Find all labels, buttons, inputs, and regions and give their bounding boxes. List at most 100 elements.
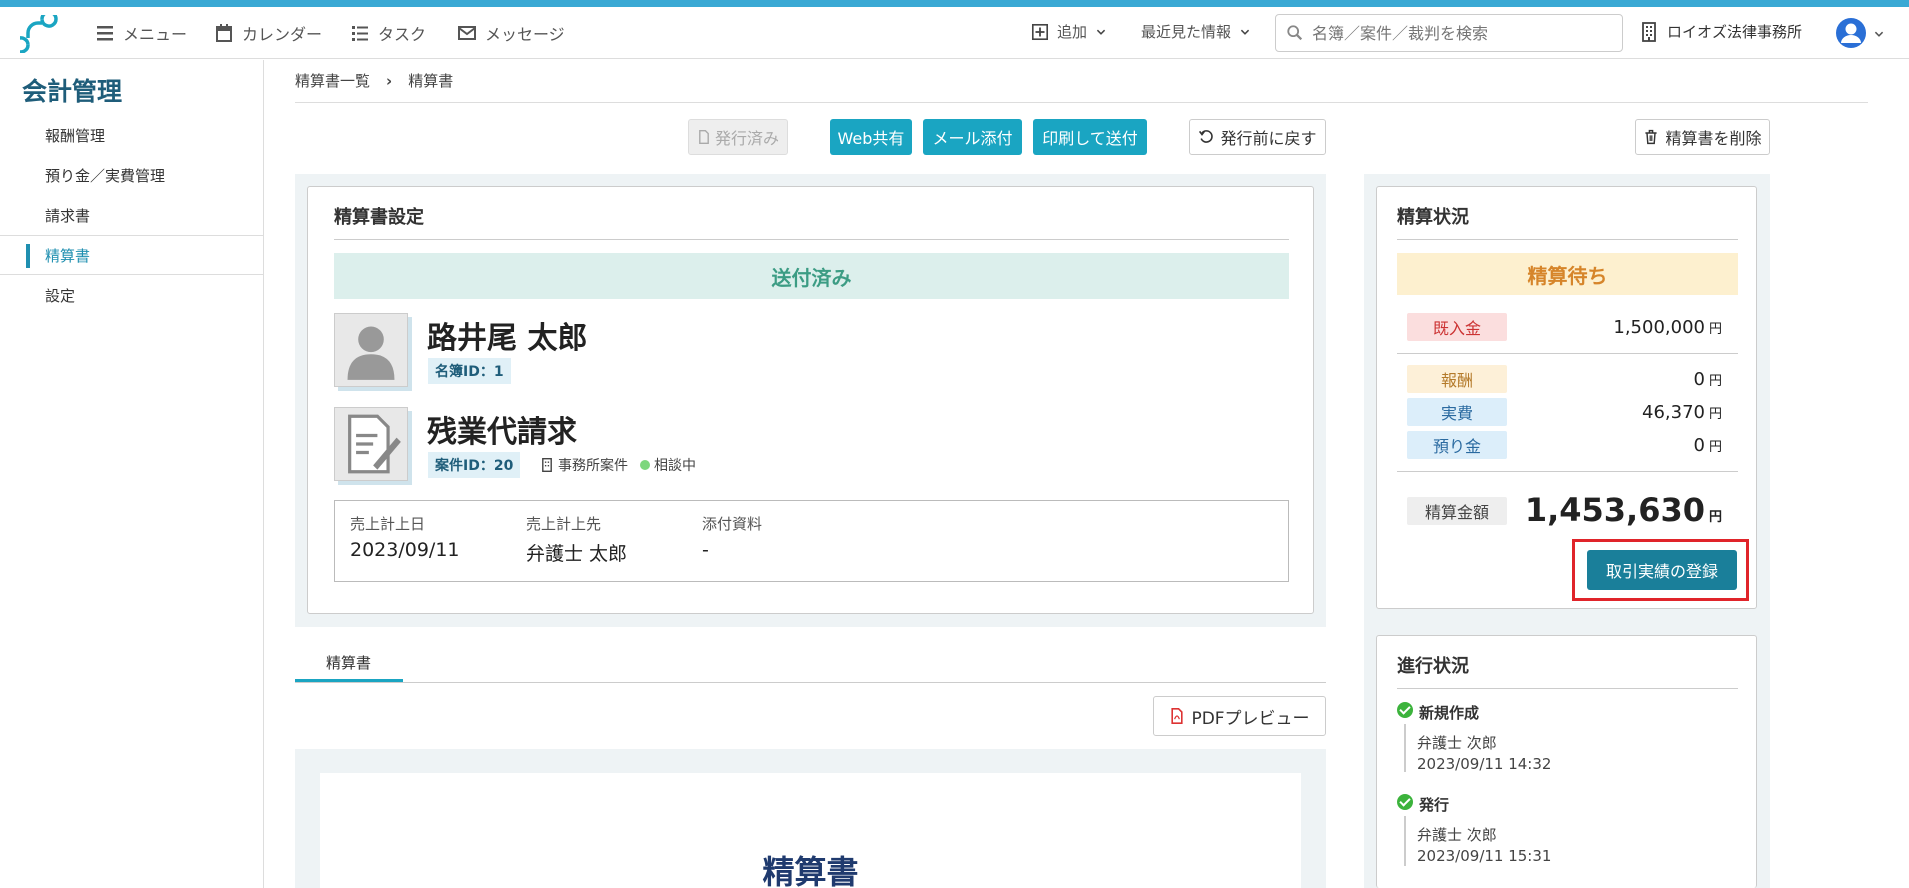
nav-recent[interactable]: 最近見た情報	[1141, 21, 1251, 42]
case-id-badge: 案件ID：20	[428, 452, 521, 478]
divider	[334, 239, 1289, 240]
breadcrumb: 精算書一覧 › 精算書	[295, 70, 453, 91]
building-icon	[542, 458, 552, 472]
sales-info-box: 売上計上日 2023/09/11 売上計上先 弁護士 太郎 添付資料 -	[334, 500, 1289, 582]
task-list-icon	[352, 26, 368, 41]
calendar-icon	[216, 24, 232, 42]
nav-task[interactable]: タスク	[350, 21, 426, 45]
case-name[interactable]: 残業代請求	[427, 407, 577, 451]
register-transaction-button[interactable]: 取引実績の登録	[1587, 550, 1737, 590]
custody-amount: 0円	[1693, 435, 1722, 456]
divider	[1397, 353, 1738, 354]
case-status: 相談中	[640, 455, 696, 475]
breadcrumb-divider	[295, 102, 1868, 103]
pdf-preview-button[interactable]: PDFプレビュー	[1153, 696, 1326, 736]
firm-switcher[interactable]: ロイオズ法律事務所	[1639, 21, 1802, 42]
plus-square-icon	[1031, 23, 1049, 40]
deposit-amount: 1,500,000 円	[1613, 317, 1722, 338]
envelope-icon	[458, 26, 476, 40]
person-name[interactable]: 路井尾 太郎	[427, 313, 587, 357]
total-amount: 1,453,630 円	[1524, 491, 1722, 529]
divider	[1397, 471, 1738, 472]
sidebar: 会計管理 報酬管理 預り金／実費管理 請求書 精算書 設定	[0, 60, 264, 888]
sales-to-value: 弁護士 太郎	[526, 543, 628, 565]
divider	[1397, 688, 1738, 689]
nav-add[interactable]: 追加	[1031, 21, 1107, 42]
preview-page: 精算書	[320, 773, 1301, 888]
step-user: 弁護士 次郎	[1417, 826, 1497, 844]
contract-document-icon	[348, 414, 401, 474]
expense-amount: 46,370 円	[1642, 402, 1722, 423]
tab-divider	[295, 682, 1326, 683]
trash-icon	[1645, 129, 1658, 145]
document-icon	[699, 130, 709, 144]
revert-button[interactable]: 発行前に戻す	[1189, 119, 1326, 155]
hamburger-icon	[97, 26, 113, 41]
nav-menu[interactable]: メニュー	[95, 21, 187, 45]
issued-button[interactable]: 発行済み	[688, 119, 788, 155]
sales-to-label: 売上計上先	[526, 515, 602, 533]
print-send-button[interactable]: 印刷して送付	[1033, 119, 1147, 155]
sales-date-value: 2023/09/11	[350, 539, 460, 561]
person-avatar	[334, 313, 408, 387]
chevron-down-icon	[1096, 29, 1106, 35]
deposit-pill: 既入金	[1407, 313, 1507, 341]
step-time: 2023/09/11 15:31	[1417, 847, 1552, 865]
fee-pill: 報酬	[1407, 365, 1507, 393]
search-input[interactable]	[1312, 23, 1602, 43]
preview-title: 精算書	[762, 853, 859, 888]
timeline-line	[1404, 724, 1406, 772]
attachment-label: 添付資料	[702, 515, 763, 533]
mail-attach-button[interactable]: メール添付	[923, 119, 1022, 155]
sidebar-item-fee[interactable]: 報酬管理	[0, 115, 264, 155]
case-type: 事務所案件	[540, 455, 628, 475]
progress-card: 進行状況 新規作成 弁護士 次郎 2023/09/11 14:32 発行 弁護士…	[1376, 635, 1757, 888]
step-time: 2023/09/11 14:32	[1417, 755, 1552, 773]
breadcrumb-parent[interactable]: 精算書一覧	[295, 70, 370, 91]
check-circle-icon	[1397, 702, 1413, 718]
settings-card: 精算書設定 送付済み 路井尾 太郎 名簿ID：1 残業代請求 案件ID：20 事…	[307, 186, 1314, 614]
case-thumbnail	[334, 407, 408, 481]
status-pending-bar: 精算待ち	[1397, 253, 1738, 295]
step-label: 発行	[1419, 796, 1450, 814]
tab-settlement[interactable]: 精算書	[326, 652, 371, 673]
pdf-file-icon	[1171, 708, 1184, 724]
timeline-line	[1404, 816, 1406, 866]
person-silhouette-icon	[347, 326, 395, 380]
chevron-down-icon[interactable]	[1873, 28, 1885, 40]
nav-message[interactable]: メッセージ	[457, 21, 565, 45]
sidebar-item-settlement[interactable]: 精算書	[0, 235, 264, 275]
nav-calendar[interactable]: カレンダー	[214, 21, 322, 45]
sidebar-item-settings[interactable]: 設定	[0, 275, 264, 315]
building-icon	[1642, 21, 1656, 42]
step-user: 弁護士 次郎	[1417, 734, 1497, 752]
status-title: 精算状況	[1397, 207, 1469, 228]
user-avatar-icon[interactable]	[1835, 17, 1867, 49]
sidebar-item-invoice[interactable]: 請求書	[0, 195, 264, 235]
progress-title: 進行状況	[1397, 656, 1469, 677]
sales-date-label: 売上計上日	[350, 515, 426, 533]
top-navbar: メニュー カレンダー タスク メッセージ 追加 最近見た情報 ロイオズ法律事務所	[0, 7, 1909, 59]
app-logo-icon[interactable]	[20, 15, 58, 53]
status-sent-bar: 送付済み	[334, 253, 1289, 299]
search-icon	[1287, 25, 1303, 41]
web-share-button[interactable]: Web共有	[830, 119, 912, 155]
custody-pill: 預り金	[1407, 431, 1507, 459]
sidebar-item-deposit[interactable]: 預り金／実費管理	[0, 155, 264, 195]
sidebar-title: 会計管理	[22, 77, 123, 106]
expense-pill: 実費	[1407, 398, 1507, 426]
delete-settlement-button[interactable]: 精算書を削除	[1635, 119, 1770, 155]
undo-icon	[1199, 130, 1214, 143]
breadcrumb-current: 精算書	[408, 72, 454, 90]
breadcrumb-separator: ›	[386, 71, 393, 90]
divider	[1397, 239, 1738, 240]
chevron-down-icon	[1240, 29, 1250, 35]
check-circle-icon	[1397, 794, 1413, 810]
settings-title: 精算書設定	[334, 207, 424, 228]
search-box[interactable]	[1275, 14, 1623, 52]
top-stripe	[0, 0, 1909, 7]
attachment-value: -	[702, 539, 709, 561]
status-dot-icon	[640, 460, 650, 470]
fee-amount: 0円	[1693, 369, 1722, 390]
person-id-badge: 名簿ID：1	[428, 358, 511, 384]
